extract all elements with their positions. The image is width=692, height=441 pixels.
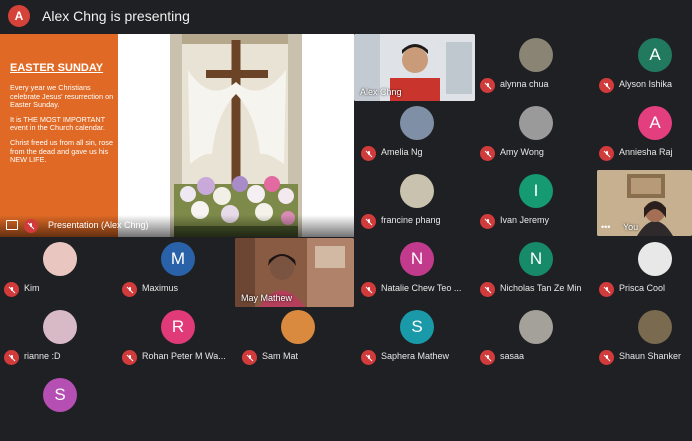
participant-name: Amelia Ng: [381, 147, 423, 157]
presenting-banner: A Alex Chng is presenting: [0, 0, 692, 32]
mic-muted-icon: [122, 350, 137, 365]
slide-paragraph: Every year we Christians celebrate Jesus…: [10, 83, 114, 110]
participant-avatar: [638, 242, 672, 276]
participant-avatar: [638, 310, 672, 344]
participant-tile[interactable]: M Maximus: [118, 238, 236, 305]
participant-name: Prisca Cool: [619, 283, 666, 293]
participant-avatar: R: [161, 310, 195, 344]
participant-name: Anniesha Raj: [619, 147, 673, 157]
mic-muted-icon: [361, 350, 376, 365]
participant-name: Alex Chng: [360, 87, 402, 97]
participant-tile[interactable]: Amy Wong: [476, 102, 594, 169]
participant-tile[interactable]: R Rohan Peter M Wa...: [118, 306, 236, 373]
participant-tile[interactable]: Kim: [0, 238, 118, 305]
participant-name: You: [623, 222, 639, 232]
participant-tile[interactable]: Amelia Ng: [357, 102, 475, 169]
participant-name: May Mathew: [241, 293, 293, 303]
self-video-feed: [597, 170, 692, 236]
mic-muted-icon: [480, 282, 495, 297]
presentation-icon: [6, 220, 18, 230]
participant-avatar: N: [400, 242, 434, 276]
participant-avatar: A: [638, 38, 672, 72]
participant-name: Natalie Chew Teo ...: [381, 283, 462, 293]
participant-tile[interactable]: Shaun Shanker: [595, 306, 692, 373]
mic-muted-icon: [480, 214, 495, 229]
participant-name: Amy Wong: [500, 147, 544, 157]
mic-muted-icon: [599, 78, 614, 93]
video-tile-you[interactable]: ••• You: [597, 170, 692, 236]
participant-avatar: [281, 310, 315, 344]
participant-tile[interactable]: Sam Mat: [238, 306, 356, 373]
participant-name: Ivan Jeremy: [500, 215, 550, 225]
participant-tile[interactable]: sasaa: [476, 306, 594, 373]
participant-name: alynna chua: [500, 79, 549, 89]
mic-muted-icon: [24, 219, 38, 233]
participant-avatar: [519, 38, 553, 72]
participant-name: Shaun Shanker: [619, 351, 682, 361]
participant-avatar: [43, 310, 77, 344]
participant-avatar: M: [161, 242, 195, 276]
mic-muted-icon: [599, 282, 614, 297]
participant-tile[interactable]: S: [0, 374, 118, 441]
participant-tile[interactable]: rianne :D: [0, 306, 118, 373]
participant-avatar: [43, 242, 77, 276]
video-tile-alex-chng[interactable]: Alex Chng: [354, 34, 475, 101]
mic-muted-icon: [361, 282, 376, 297]
participant-avatar: [400, 106, 434, 140]
participant-avatar: [400, 174, 434, 208]
mic-muted-icon: [480, 350, 495, 365]
participant-tile[interactable]: A Anniesha Raj: [595, 102, 692, 169]
more-options-icon[interactable]: •••: [601, 222, 610, 232]
participant-avatar: [519, 106, 553, 140]
participant-avatar: A: [638, 106, 672, 140]
mic-muted-icon: [4, 350, 19, 365]
mic-muted-icon: [122, 282, 137, 297]
participant-name: francine phang: [381, 215, 441, 225]
slide-body: Every year we Christians celebrate Jesus…: [10, 83, 114, 171]
mic-muted-icon: [599, 146, 614, 161]
participant-name: Alyson Ishika: [619, 79, 673, 89]
participant-name: Sam Mat: [262, 351, 299, 361]
mic-muted-icon: [480, 78, 495, 93]
mic-muted-icon: [242, 350, 257, 365]
slide-title: EASTER SUNDAY: [10, 62, 104, 74]
participant-name: Nicholas Tan Ze Min: [500, 283, 582, 293]
participant-tile[interactable]: S Saphera Mathew: [357, 306, 475, 373]
presentation-label: Presentation (Alex Chng): [48, 220, 149, 230]
slide-paragraph: It is THE MOST IMPORTANT event in the Ch…: [10, 114, 106, 133]
participant-name: Kim: [24, 283, 40, 293]
participant-tile[interactable]: A Alyson Ishika: [595, 34, 692, 101]
participant-tile[interactable]: alynna chua: [476, 34, 594, 101]
participant-avatar: S: [43, 378, 77, 412]
participant-tile[interactable]: I Ivan Jeremy: [476, 170, 594, 237]
mic-muted-icon: [480, 146, 495, 161]
participant-name: Rohan Peter M Wa...: [142, 351, 226, 361]
participant-name: Saphera Mathew: [381, 351, 450, 361]
participant-tile[interactable]: Prisca Cool: [595, 238, 692, 305]
participant-tile[interactable]: francine phang: [357, 170, 475, 237]
participant-name: Maximus: [142, 283, 179, 293]
participant-avatar: N: [519, 242, 553, 276]
slide-text-panel: EASTER SUNDAY Every year we Christians c…: [0, 34, 118, 237]
video-tile-may-mathew[interactable]: May Mathew: [235, 238, 354, 307]
presentation-tile[interactable]: EASTER SUNDAY Every year we Christians c…: [0, 34, 354, 237]
participant-avatar: S: [400, 310, 434, 344]
mic-muted-icon: [361, 146, 376, 161]
participant-name: rianne :D: [24, 351, 61, 361]
mic-muted-icon: [599, 350, 614, 365]
mic-muted-icon: [4, 282, 19, 297]
easter-cross-photo: [118, 34, 354, 237]
participant-avatar: [519, 310, 553, 344]
slide-paragraph: Christ freed us from all sin, rose from …: [10, 137, 114, 165]
participant-name: sasaa: [500, 351, 525, 361]
mic-muted-icon: [361, 214, 376, 229]
presenting-text: Alex Chng is presenting: [42, 8, 190, 24]
participant-tile[interactable]: N Natalie Chew Teo ...: [357, 238, 475, 305]
participant-tile[interactable]: N Nicholas Tan Ze Min: [476, 238, 594, 305]
participant-avatar: I: [519, 174, 553, 208]
presenter-avatar: A: [8, 5, 30, 27]
